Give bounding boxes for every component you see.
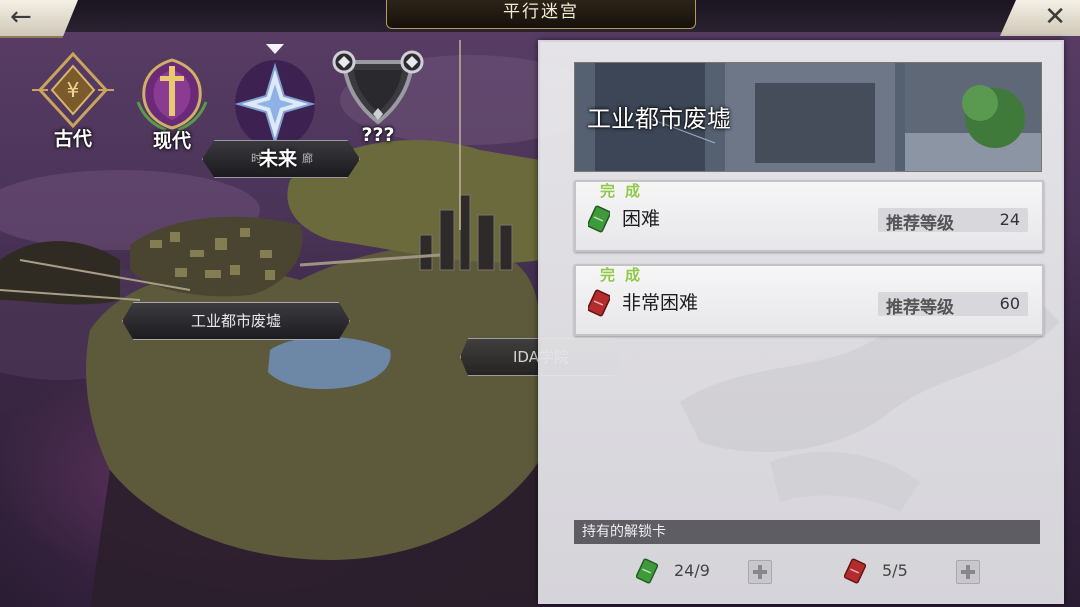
era-unknown-button[interactable]: ??? (330, 48, 426, 152)
modern-crest-icon (136, 58, 208, 132)
green-card-count: 24/9 (674, 561, 710, 580)
add-green-card-button[interactable] (748, 560, 772, 584)
era-future-button[interactable] (232, 40, 318, 150)
era-ancient-button[interactable]: ¥ 古代 (28, 50, 118, 150)
era-future-label: 未来 (258, 148, 297, 170)
unlock-cards-header: 持有的解锁卡 (574, 520, 1040, 544)
era-unknown-label: ??? (361, 124, 395, 146)
ancient-emblem-icon: ¥ (32, 51, 114, 129)
red-key-card-icon (844, 558, 866, 584)
close-icon: ✕ (1044, 2, 1066, 32)
green-key-card-icon (588, 205, 610, 233)
completed-badge: 完成 (600, 266, 651, 284)
era-modern-button[interactable]: 现代 (128, 52, 216, 152)
recommended-level-value: 24 (999, 210, 1020, 229)
future-crystal-icon (234, 44, 316, 148)
plus-icon (961, 565, 975, 579)
recommended-level-label: 推荐等级 (886, 298, 954, 318)
stage-title: 工业都市废墟 (587, 105, 731, 133)
red-card-count: 5/5 (882, 561, 908, 580)
completed-badge: 完成 (600, 182, 651, 200)
locked-shield-icon (332, 50, 424, 125)
era-modern-label: 现代 (152, 130, 191, 152)
red-unlock-card-count: 5/5 (844, 558, 994, 584)
recommended-level-box: 推荐等级 60 (878, 292, 1028, 318)
recommended-level-label: 推荐等级 (886, 214, 954, 234)
location-industrial-ruins[interactable]: 工业都市废墟 (122, 302, 350, 340)
difficulty-name: 非常困难 (622, 292, 699, 314)
green-key-card-icon (636, 558, 658, 584)
recommended-level-box: 推荐等级 24 (878, 208, 1028, 234)
page-title: 平行迷宫 (386, 0, 696, 29)
svg-text:¥: ¥ (67, 78, 80, 102)
difficulty-name: 困难 (622, 208, 661, 230)
recommended-level-value: 60 (999, 294, 1020, 313)
stage-detail-panel: 工业都市废墟 完成 困难 推荐等级 24 完成 非常困难 推荐等级 60 持有的… (538, 40, 1064, 604)
difficulty-hard-card[interactable]: 完成 困难 推荐等级 24 (574, 180, 1044, 252)
era-ancient-label: 古代 (53, 128, 92, 150)
stage-banner-image: 工业都市废墟 (574, 62, 1042, 172)
plus-icon (753, 565, 767, 579)
difficulty-very-hard-card[interactable]: 完成 非常困难 推荐等级 60 (574, 264, 1044, 336)
green-unlock-card-count: 24/9 (636, 558, 786, 584)
add-red-card-button[interactable] (956, 560, 980, 584)
back-arrow-icon: ← (10, 2, 32, 32)
red-key-card-icon (588, 289, 610, 317)
